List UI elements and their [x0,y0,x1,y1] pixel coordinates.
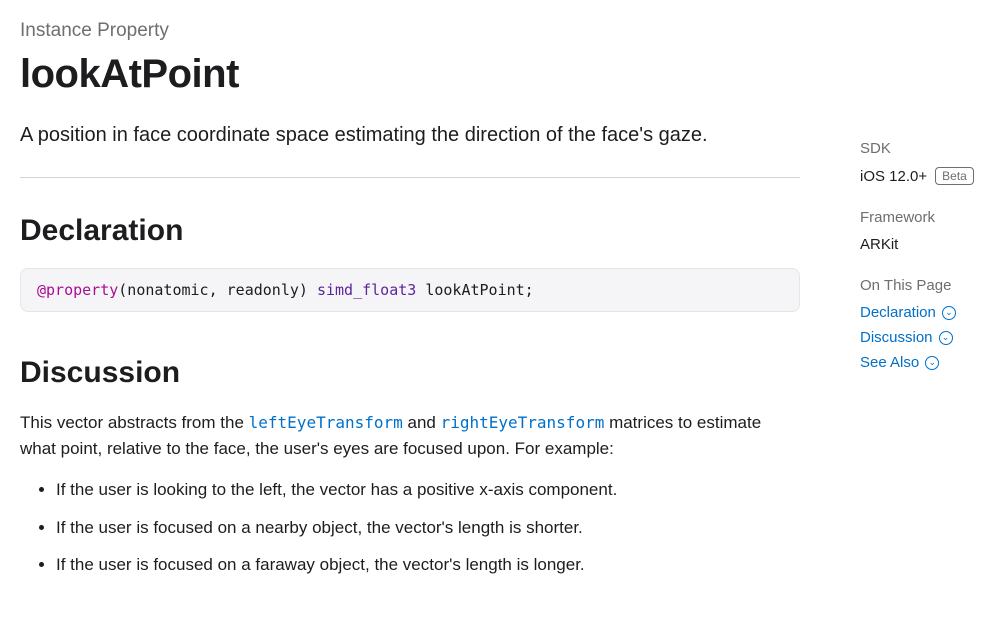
sdk-label: SDK [860,140,975,157]
page-title: lookAtPoint [20,52,800,97]
sidebar: SDK iOS 12.0+ Beta Framework ARKit On Th… [860,20,975,590]
sdk-value: iOS 12.0+ [860,168,927,185]
eyebrow-label: Instance Property [20,20,800,42]
toc-link-seealso[interactable]: See Also ⌄ [860,354,975,371]
sidebar-sdk: SDK iOS 12.0+ Beta [860,140,975,185]
discussion-bullets: If the user is looking to the left, the … [20,477,800,578]
divider [20,177,800,178]
code-type: simd_float3 [317,281,416,299]
framework-label: Framework [860,209,975,226]
toc-link-discussion[interactable]: Discussion ⌄ [860,329,975,346]
link-lefteyetransform[interactable]: leftEyeTransform [249,413,403,432]
toc-link-declaration[interactable]: Declaration ⌄ [860,304,975,321]
sidebar-onthispage: On This Page Declaration ⌄ Discussion ⌄ … [860,277,975,371]
chevron-down-icon: ⌄ [942,306,956,320]
bullet-item: If the user is focused on a faraway obje… [56,552,800,578]
onthispage-label: On This Page [860,277,975,294]
chevron-down-icon: ⌄ [939,331,953,345]
declaration-code: @property(nonatomic, readonly) simd_floa… [20,268,800,312]
discussion-intro: This vector abstracts from the leftEyeTr… [20,410,800,461]
chevron-down-icon: ⌄ [925,356,939,370]
declaration-heading: Declaration [20,214,800,248]
discussion-heading: Discussion [20,356,800,390]
summary-text: A position in face coordinate space esti… [20,121,800,149]
link-righteyetransform[interactable]: rightEyeTransform [441,413,605,432]
framework-value: ARKit [860,236,975,253]
sidebar-framework: Framework ARKit [860,209,975,253]
code-modifiers: (nonatomic, readonly) [118,281,317,299]
code-keyword: @property [37,281,118,299]
bullet-item: If the user is looking to the left, the … [56,477,800,503]
main-content: Instance Property lookAtPoint A position… [20,20,800,590]
beta-badge: Beta [935,167,974,185]
bullet-item: If the user is focused on a nearby objec… [56,515,800,541]
code-rest: lookAtPoint; [416,281,533,299]
